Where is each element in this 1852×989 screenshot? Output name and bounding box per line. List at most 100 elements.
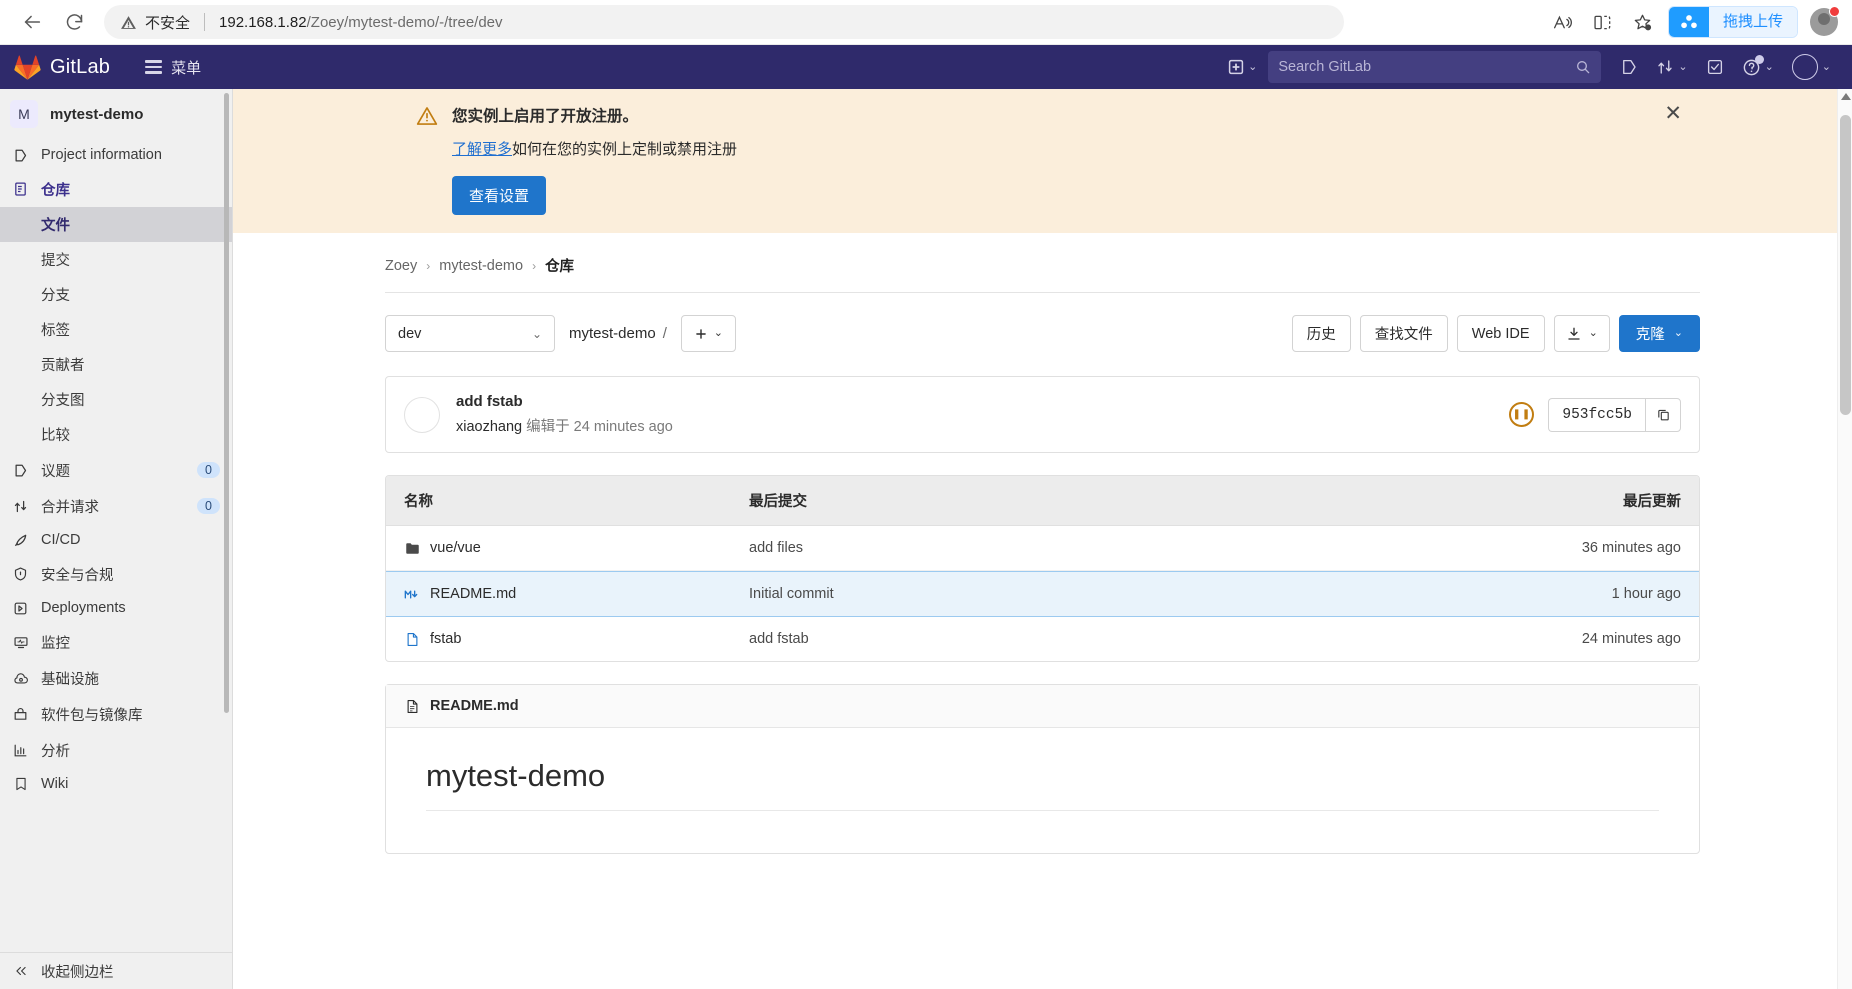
gitlab-brand-text: GitLab — [50, 55, 111, 78]
file-commit-message[interactable]: add files — [749, 540, 1521, 556]
issues-icon — [12, 462, 29, 479]
sidebar-item-label: 比较 — [41, 428, 70, 444]
sidebar-scrollbar[interactable] — [224, 93, 229, 713]
gitlab-nav-actions: ⌄ Search GitLab ⌄ ⌄ ⌄ — [1221, 51, 1838, 83]
add-to-tree-button[interactable]: ⌄ — [680, 315, 736, 352]
deployments-icon — [12, 600, 29, 617]
close-icon[interactable]: ✕ — [1664, 103, 1682, 124]
search-input[interactable]: Search GitLab — [1268, 51, 1602, 83]
branch-name: dev — [398, 325, 422, 342]
readme-heading: mytest-demo — [426, 758, 1659, 811]
gitlab-logo-link[interactable]: GitLab — [14, 55, 110, 80]
sidebar-item-security-compliance[interactable]: 安全与合规 — [0, 556, 232, 592]
commit-author[interactable]: xiaozhang — [456, 419, 522, 435]
breadcrumb-item-group[interactable]: Zoey — [385, 258, 417, 274]
file-commit-message[interactable]: Initial commit — [749, 586, 1521, 602]
main-menu-button[interactable]: 菜单 — [138, 52, 208, 83]
address-bar[interactable]: 不安全 192.168.1.82/Zoey/mytest-demo/-/tree… — [104, 5, 1344, 39]
download-button[interactable]: ⌄ — [1553, 315, 1610, 352]
sidebar-item-project-information[interactable]: Project information — [0, 139, 232, 171]
commit-sha: 953fcc5b — [1548, 397, 1645, 432]
sidebar-project-header[interactable]: M mytest-demo — [0, 89, 232, 139]
scroll-up-arrow-icon[interactable] — [1841, 93, 1851, 100]
file-updated-time: 1 hour ago — [1611, 586, 1681, 602]
file-updated-time: 36 minutes ago — [1581, 540, 1681, 556]
repo-path-slash: / — [662, 325, 667, 342]
sidebar-item-files[interactable]: 文件 — [0, 207, 232, 242]
file-name-cell: README.md — [404, 586, 749, 602]
table-row[interactable]: vue/vue add files 36 minutes ago — [386, 526, 1699, 571]
collapse-sidebar-button[interactable]: 收起侧边栏 — [0, 953, 232, 989]
sidebar-item-label: 仓库 — [41, 182, 70, 199]
user-menu-button[interactable]: ⌄ — [1785, 51, 1838, 83]
sidebar-item-label: Wiki — [41, 776, 69, 792]
commit-actions: ❚❚ 953fcc5b — [1509, 397, 1681, 432]
sidebar-item-packages-registries[interactable]: 软件包与镜像库 — [0, 696, 232, 732]
file-name[interactable]: vue/vue — [430, 540, 481, 556]
alert-learn-more-link[interactable]: 了解更多 — [452, 141, 512, 158]
alert-title-row: 您实例上启用了开放注册。 了解更多如何在您的实例上定制或禁用注册 查看设置 — [416, 104, 737, 215]
sidebar-item-wiki[interactable]: Wiki — [0, 768, 232, 800]
sidebar-item-deployments[interactable]: Deployments — [0, 592, 232, 624]
sidebar-item-label: 文件 — [41, 218, 70, 234]
breadcrumb-item-project[interactable]: mytest-demo — [439, 258, 523, 274]
page-scrollbar[interactable] — [1837, 89, 1852, 989]
commit-message[interactable]: add fstab — [456, 393, 673, 410]
table-row[interactable]: README.md Initial commit 1 hour ago — [386, 571, 1699, 617]
issues-count-badge: 0 — [197, 462, 220, 478]
copy-icon[interactable] — [1645, 397, 1681, 432]
merge-requests-button[interactable]: ⌄ — [1649, 51, 1694, 83]
alert-body-text: 如何在您的实例上定制或禁用注册 — [512, 141, 738, 158]
web-ide-button[interactable]: Web IDE — [1456, 315, 1545, 352]
breadcrumb-separator-icon: › — [426, 258, 431, 273]
sidebar-item-issues[interactable]: 议题 0 — [0, 452, 232, 488]
help-button[interactable]: ⌄ — [1735, 51, 1781, 83]
sidebar-item-monitor[interactable]: 监控 — [0, 624, 232, 660]
add-favorite-icon[interactable] — [1624, 5, 1662, 39]
sidebar-item-label: 合并请求 — [41, 499, 99, 516]
branch-selector[interactable]: dev ⌄ — [385, 315, 555, 352]
history-button[interactable]: 历史 — [1291, 315, 1351, 352]
find-file-button[interactable]: 查找文件 — [1359, 315, 1448, 352]
markdown-icon — [404, 586, 420, 602]
folder-icon — [404, 540, 420, 556]
repository-content: Zoey › mytest-demo › 仓库 dev ⌄ mytest-dem… — [233, 233, 1852, 854]
issues-button[interactable] — [1613, 51, 1645, 83]
file-table-header: 名称 最后提交 最后更新 — [386, 476, 1699, 526]
readme-filename[interactable]: README.md — [430, 698, 519, 714]
sidebar-item-tags[interactable]: 标签 — [0, 312, 232, 347]
back-button[interactable] — [14, 5, 50, 39]
sidebar-item-label: CI/CD — [41, 532, 81, 548]
split-screen-icon[interactable] — [1584, 5, 1622, 39]
sidebar-item-branches[interactable]: 分支 — [0, 277, 232, 312]
reload-button[interactable] — [56, 5, 92, 39]
sidebar-item-graph[interactable]: 分支图 — [0, 382, 232, 417]
sidebar-item-contributors[interactable]: 贡献者 — [0, 347, 232, 382]
sidebar-item-commits[interactable]: 提交 — [0, 242, 232, 277]
pipeline-pending-icon[interactable]: ❚❚ — [1509, 402, 1535, 427]
table-row[interactable]: fstab add fstab 24 minutes ago — [386, 617, 1699, 661]
sidebar-item-compare[interactable]: 比较 — [0, 417, 232, 452]
issues-icon — [1623, 59, 1637, 75]
sidebar-item-label: 安全与合规 — [41, 567, 114, 584]
todos-button[interactable] — [1699, 51, 1731, 83]
monitor-icon — [12, 634, 29, 651]
clone-button[interactable]: 克隆 ⌄ — [1618, 315, 1700, 352]
repository-icon — [12, 181, 29, 198]
file-name[interactable]: README.md — [430, 586, 516, 602]
file-commit-message[interactable]: add fstab — [749, 631, 1521, 647]
create-new-button[interactable]: ⌄ — [1221, 51, 1264, 83]
scrollbar-thumb[interactable] — [1840, 115, 1851, 415]
sidebar-item-analytics[interactable]: 分析 — [0, 732, 232, 768]
browser-profile-avatar[interactable] — [1810, 6, 1840, 36]
view-settings-button[interactable]: 查看设置 — [452, 176, 547, 215]
file-name[interactable]: fstab — [430, 631, 461, 647]
sidebar-item-infrastructure[interactable]: 基础设施 — [0, 660, 232, 696]
sidebar-item-repository[interactable]: 仓库 — [0, 171, 232, 207]
drag-upload-extension[interactable]: 拖拽上传 — [1667, 6, 1798, 38]
sidebar-item-cicd[interactable]: CI/CD — [0, 524, 232, 556]
clone-label: 克隆 — [1635, 327, 1665, 343]
menu-label: 菜单 — [171, 59, 202, 77]
read-aloud-icon[interactable] — [1544, 5, 1582, 39]
sidebar-item-merge-requests[interactable]: 合并请求 0 — [0, 488, 232, 524]
